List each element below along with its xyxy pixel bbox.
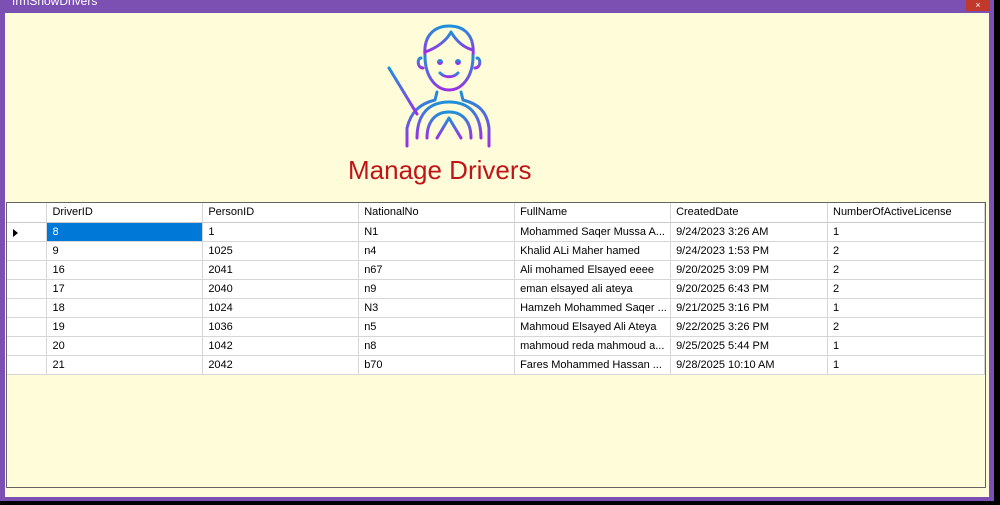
cell-driver-id[interactable]: 8: [46, 222, 204, 242]
column-header-full-name[interactable]: FullName: [514, 203, 672, 223]
current-row-arrow-icon: [13, 228, 18, 237]
cell-created-date[interactable]: 9/28/2025 10:10 AM: [670, 355, 828, 375]
row-header[interactable]: [7, 260, 48, 280]
cell-person-id[interactable]: 2041: [202, 260, 360, 280]
cell-created-date[interactable]: 9/22/2025 3:26 PM: [670, 317, 828, 337]
cell-active-licenses[interactable]: 1: [827, 336, 985, 356]
table-row[interactable]: 21 2042 b70 Fares Mohammed Hassan ... 9/…: [7, 355, 985, 375]
cell-created-date[interactable]: 9/20/2025 6:43 PM: [670, 279, 828, 299]
client-area: Manage Drivers DriverID PersonID Nationa…: [5, 13, 989, 497]
table-row[interactable]: 8 1 N1 Mohammed Saqer Mussa A... 9/24/20…: [7, 222, 985, 242]
column-header-created-date[interactable]: CreatedDate: [670, 203, 828, 223]
cell-national-no[interactable]: N1: [358, 222, 516, 242]
table-row[interactable]: 9 1025 n4 Khalid ALi Maher hamed 9/24/20…: [7, 241, 985, 261]
cell-active-licenses[interactable]: 1: [827, 298, 985, 318]
cell-person-id[interactable]: 2040: [202, 279, 360, 299]
cell-full-name[interactable]: Mohammed Saqer Mussa A...: [514, 222, 672, 242]
cell-full-name[interactable]: mahmoud reda mahmoud a...: [514, 336, 672, 356]
drivers-grid[interactable]: DriverID PersonID NationalNo FullName Cr…: [6, 202, 986, 488]
driver-steering-wheel-icon: [383, 24, 511, 148]
row-header-corner[interactable]: [7, 203, 48, 223]
cell-active-licenses[interactable]: 2: [827, 260, 985, 280]
cell-active-licenses[interactable]: 1: [827, 222, 985, 242]
cell-person-id[interactable]: 1: [202, 222, 360, 242]
cell-person-id[interactable]: 1036: [202, 317, 360, 337]
cell-driver-id[interactable]: 16: [46, 260, 204, 280]
cell-national-no[interactable]: n67: [358, 260, 516, 280]
cell-active-licenses[interactable]: 1: [827, 355, 985, 375]
cell-created-date[interactable]: 9/21/2025 3:16 PM: [670, 298, 828, 318]
title-bar[interactable]: frmShowDrivers ×: [0, 0, 994, 13]
cell-active-licenses[interactable]: 2: [827, 317, 985, 337]
cell-created-date[interactable]: 9/24/2023 3:26 AM: [670, 222, 828, 242]
row-header[interactable]: [7, 279, 48, 299]
table-row[interactable]: 18 1024 N3 Hamzeh Mohammed Saqer ... 9/2…: [7, 298, 985, 318]
row-header[interactable]: [7, 336, 48, 356]
cell-driver-id[interactable]: 20: [46, 336, 204, 356]
cell-national-no[interactable]: b70: [358, 355, 516, 375]
window-title: frmShowDrivers: [12, 0, 98, 8]
column-header-active-licenses[interactable]: NumberOfActiveLicense: [827, 203, 985, 223]
table-row[interactable]: 16 2041 n67 Ali mohamed Elsayed eeee 9/2…: [7, 260, 985, 280]
cell-full-name[interactable]: Mahmoud Elsayed Ali Ateya: [514, 317, 672, 337]
cell-national-no[interactable]: n4: [358, 241, 516, 261]
column-header-driver-id[interactable]: DriverID: [46, 203, 204, 223]
cell-national-no[interactable]: n8: [358, 336, 516, 356]
table-row[interactable]: 20 1042 n8 mahmoud reda mahmoud a... 9/2…: [7, 336, 985, 356]
page-title: Manage Drivers: [348, 155, 532, 185]
drivers-table: DriverID PersonID NationalNo FullName Cr…: [7, 203, 985, 375]
table-row[interactable]: 17 2040 n9 eman elsayed ali ateya 9/20/2…: [7, 279, 985, 299]
cell-person-id[interactable]: 1024: [202, 298, 360, 318]
cell-national-no[interactable]: n5: [358, 317, 516, 337]
close-button[interactable]: ×: [966, 0, 990, 11]
cell-driver-id[interactable]: 18: [46, 298, 204, 318]
column-header-national-no[interactable]: NationalNo: [358, 203, 516, 223]
cell-driver-id[interactable]: 19: [46, 317, 204, 337]
row-header[interactable]: [7, 241, 48, 261]
column-header-person-id[interactable]: PersonID: [202, 203, 360, 223]
cell-driver-id[interactable]: 17: [46, 279, 204, 299]
row-header[interactable]: [7, 298, 48, 318]
cell-person-id[interactable]: 2042: [202, 355, 360, 375]
cell-created-date[interactable]: 9/24/2023 1:53 PM: [670, 241, 828, 261]
cell-created-date[interactable]: 9/20/2025 3:09 PM: [670, 260, 828, 280]
table-row[interactable]: 19 1036 n5 Mahmoud Elsayed Ali Ateya 9/2…: [7, 317, 985, 337]
cell-national-no[interactable]: N3: [358, 298, 516, 318]
cell-person-id[interactable]: 1042: [202, 336, 360, 356]
drivers-window: frmShowDrivers × Manage Drivers DriverID…: [0, 0, 994, 501]
cell-national-no[interactable]: n9: [358, 279, 516, 299]
cell-active-licenses[interactable]: 2: [827, 279, 985, 299]
cell-person-id[interactable]: 1025: [202, 241, 360, 261]
cell-full-name[interactable]: eman elsayed ali ateya: [514, 279, 672, 299]
row-header[interactable]: [7, 222, 48, 242]
row-header[interactable]: [7, 317, 48, 337]
cell-driver-id[interactable]: 21: [46, 355, 204, 375]
cell-full-name[interactable]: Hamzeh Mohammed Saqer ...: [514, 298, 672, 318]
row-header[interactable]: [7, 355, 48, 375]
cell-driver-id[interactable]: 9: [46, 241, 204, 261]
cell-full-name[interactable]: Ali mohamed Elsayed eeee: [514, 260, 672, 280]
header-row: DriverID PersonID NationalNo FullName Cr…: [7, 203, 985, 223]
cell-full-name[interactable]: Fares Mohammed Hassan ...: [514, 355, 672, 375]
cell-created-date[interactable]: 9/25/2025 5:44 PM: [670, 336, 828, 356]
cell-full-name[interactable]: Khalid ALi Maher hamed: [514, 241, 672, 261]
cell-active-licenses[interactable]: 2: [827, 241, 985, 261]
